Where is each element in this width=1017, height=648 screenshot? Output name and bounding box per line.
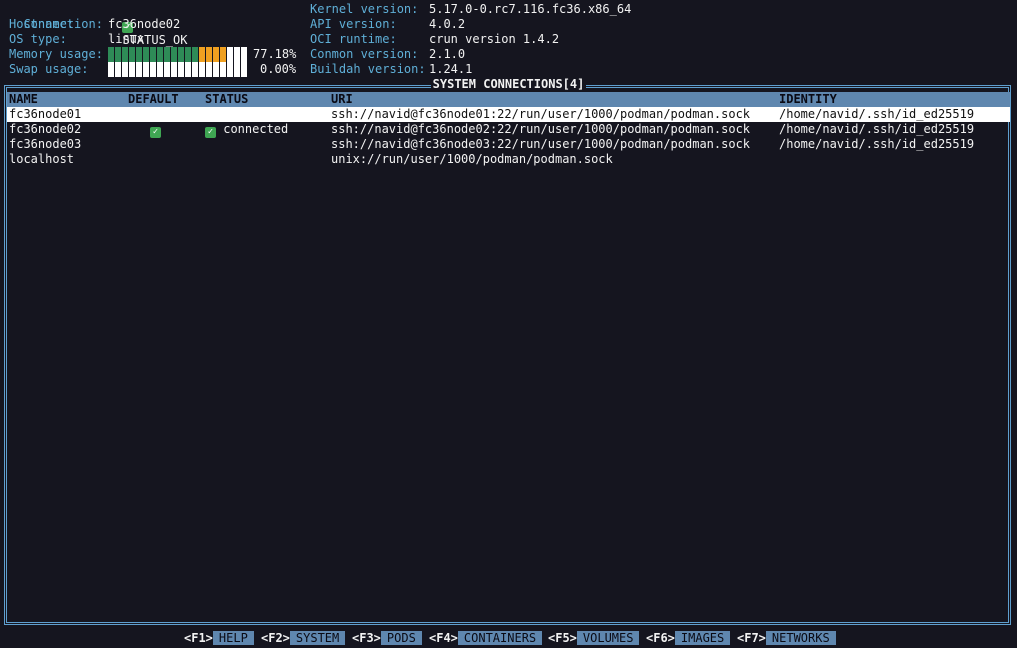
row-identity: /home/navid/.ssh/id_ed25519 (779, 107, 975, 121)
usage-bar-segment (185, 62, 191, 77)
row-status-text: connected (223, 122, 289, 136)
swap-percent: 0.00% (260, 62, 297, 76)
usage-bar-segment (157, 47, 163, 62)
conmon-label: Conmon version: (310, 47, 419, 61)
usage-bar-segment (122, 62, 128, 77)
usage-bar-segment (227, 62, 233, 77)
header-default[interactable]: DEFAULT (128, 92, 179, 107)
row-default: ✓ (150, 122, 161, 138)
row-uri: ssh://navid@fc36node03:22/run/user/1000/… (331, 137, 751, 151)
row-status: ✓ connected (205, 122, 289, 138)
usage-bar-segment (178, 62, 184, 77)
usage-bar-segment (234, 47, 240, 62)
f4-containers-button[interactable]: <F4> CONTAINERS (429, 631, 543, 646)
usage-bar-segment (234, 62, 240, 77)
row-name: fc36node03 (9, 137, 82, 151)
usage-bar-segment (192, 47, 198, 62)
ostype-value: linux (108, 32, 145, 46)
usage-bar-segment (108, 62, 114, 77)
usage-bar-segment (199, 47, 205, 62)
usage-bar-segment (150, 62, 156, 77)
row-uri: ssh://navid@fc36node01:22/run/user/1000/… (331, 107, 751, 121)
usage-bar-segment (164, 47, 170, 62)
usage-bar-segment (108, 47, 114, 62)
buildah-value: 1.24.1 (429, 62, 473, 76)
panel-title-wrap: SYSTEM CONNECTIONS[4] (0, 77, 1017, 92)
usage-bar-segment (206, 47, 212, 62)
memory-percent: 77.18% (253, 47, 297, 61)
usage-bar-segment (227, 47, 233, 62)
usage-bar-segment (178, 47, 184, 62)
row-name: fc36node02 (9, 122, 82, 136)
header-status[interactable]: STATUS (205, 92, 248, 107)
kernel-value: 5.17.0-0.rc7.116.fc36.x86_64 (429, 2, 632, 16)
row-name: fc36node01 (9, 107, 82, 121)
header-name[interactable]: NAME (9, 92, 38, 107)
oci-value: crun version 1.4.2 (429, 32, 560, 46)
usage-bar-segment (129, 47, 135, 62)
row-name: localhost (9, 152, 75, 166)
usage-bar-segment (150, 47, 156, 62)
f6-images-button[interactable]: <F6> IMAGES (646, 631, 731, 646)
usage-bar-segment (171, 47, 177, 62)
usage-bar-segment (241, 62, 247, 77)
kernel-label: Kernel version: (310, 2, 419, 16)
usage-bar-segment (164, 62, 170, 77)
function-key-bar: <F1> HELP <F2> SYSTEM <F3> PODS <F4> CONTAIN… (0, 631, 1017, 646)
row-identity: /home/navid/.ssh/id_ed25519 (779, 122, 975, 136)
usage-bar-segment (115, 62, 121, 77)
usage-bar-segment (115, 47, 121, 62)
hostname-label: Hostname: (9, 17, 75, 31)
usage-bar-segment (220, 62, 226, 77)
usage-bar-segment (122, 47, 128, 62)
f7-networks-button[interactable]: <F7> NETWORKS (737, 631, 836, 646)
usage-bar-segment (171, 62, 177, 77)
usage-bar-segment (220, 47, 226, 62)
usage-bar-segment (199, 62, 205, 77)
table-row[interactable]: localhost unix://run/user/1000/podman/po… (7, 152, 1010, 167)
table-row[interactable]: fc36node01 ssh://navid@fc36node01:22/run… (7, 107, 1010, 122)
usage-bar-segment (157, 62, 163, 77)
swap-label: Swap usage: (9, 62, 89, 76)
conmon-value: 2.1.0 (429, 47, 466, 61)
f1-help-button[interactable]: <F1> HELP (184, 631, 254, 646)
panel-title: SYSTEM CONNECTIONS[4] (430, 77, 587, 91)
api-value: 4.0.2 (429, 17, 466, 31)
usage-bar-segment (206, 62, 212, 77)
hostname-value: fc36node02 (108, 17, 181, 31)
usage-bar-segment (143, 47, 149, 62)
usage-bar-segment (213, 62, 219, 77)
row-uri: ssh://navid@fc36node02:22/run/user/1000/… (331, 122, 751, 136)
buildah-label: Buildah version: (310, 62, 426, 76)
usage-bar-segment (136, 47, 142, 62)
row-uri: unix://run/user/1000/podman/podman.sock (331, 152, 613, 166)
memory-label: Memory usage: (9, 47, 103, 61)
oci-label: OCI runtime: (310, 32, 397, 46)
usage-bar-segment (136, 62, 142, 77)
table-row[interactable]: fc36node02 ✓ ✓ connected ssh://navid@fc3… (7, 122, 1010, 138)
ostype-label: OS type: (9, 32, 67, 46)
usage-bar-segment (192, 62, 198, 77)
usage-bar-segment (129, 62, 135, 77)
table-header: NAME DEFAULT STATUS URI IDENTITY (7, 92, 1010, 107)
row-identity: /home/navid/.ssh/id_ed25519 (779, 137, 975, 151)
connection-value-wrap: ✓ STATUS_OK (108, 2, 187, 47)
f3-pods-button[interactable]: <F3> PODS (352, 631, 422, 646)
f2-system-button[interactable]: <F2> SYSTEM (261, 631, 346, 646)
usage-bar-segment (241, 47, 247, 62)
api-label: API version: (310, 17, 397, 31)
connection-row: Connection: (9, 2, 102, 31)
usage-bar-segment (185, 47, 191, 62)
usage-bar-segment (213, 47, 219, 62)
table-row[interactable]: fc36node03 ssh://navid@fc36node03:22/run… (7, 137, 1010, 152)
header-uri[interactable]: URI (331, 92, 353, 107)
usage-bar-segment (143, 62, 149, 77)
f5-volumes-button[interactable]: <F5> VOLUMES (548, 631, 640, 646)
header-identity[interactable]: IDENTITY (779, 92, 837, 107)
